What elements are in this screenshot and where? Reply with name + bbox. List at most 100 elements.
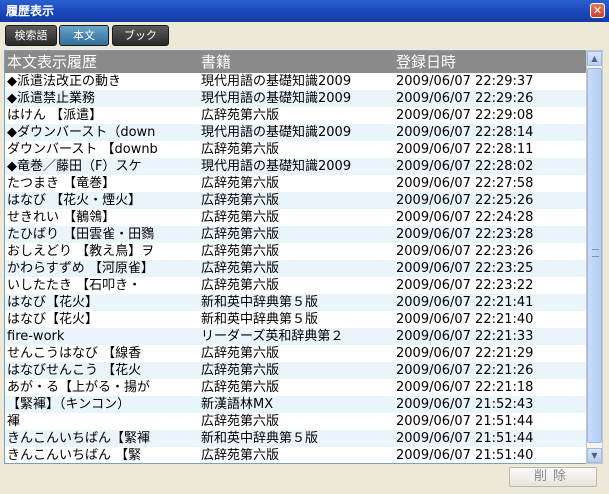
table-row[interactable]: ◆派遣禁止業務 現代用語の基礎知識2009 2009/06/07 22:29:26: [5, 90, 589, 107]
tab-search-terms[interactable]: 検索語: [5, 25, 57, 46]
history-cell: fire-work: [7, 329, 65, 344]
column-header-date[interactable]: 登録日時: [396, 51, 456, 73]
book-cell: 広辞苑第六版: [201, 414, 280, 429]
tab-bar: 検索語 本文 ブック: [0, 22, 609, 50]
arrow-down-icon: ▼: [591, 451, 598, 460]
table-row[interactable]: はなび【花火】 新和英中辞典第５版 2009/06/07 22:21:41: [5, 294, 589, 311]
date-cell: 2009/06/07 22:23:25: [396, 261, 534, 276]
table-row[interactable]: ◆竜巻／藤田（F）スケ 現代用語の基礎知識2009 2009/06/07 22:28…: [5, 158, 589, 175]
table-row[interactable]: はけん 【派遣】 広辞苑第六版 2009/06/07 22:29:08: [5, 107, 589, 124]
book-cell: 新和英中辞典第５版: [201, 431, 319, 446]
history-cell: いしたたき 【石叩き・: [7, 278, 142, 293]
date-cell: 2009/06/07 22:29:08: [396, 108, 534, 123]
date-cell: 2009/06/07 22:24:28: [396, 210, 534, 225]
book-cell: 広辞苑第六版: [201, 176, 280, 191]
table-row[interactable]: せきれい 【鶺鴒】 広辞苑第六版 2009/06/07 22:24:28: [5, 209, 589, 226]
date-cell: 2009/06/07 21:51:40: [396, 448, 534, 463]
book-cell: リーダーズ英和辞典第２: [201, 329, 344, 344]
close-icon: ✕: [592, 4, 603, 17]
book-cell: 広辞苑第六版: [201, 210, 280, 225]
history-cell: かわらすずめ 【河原雀】: [7, 261, 154, 276]
history-cell: きんこんいちばん【緊褌: [7, 431, 151, 446]
date-cell: 2009/06/07 22:21:18: [396, 380, 534, 395]
date-cell: 2009/06/07 22:21:40: [396, 312, 534, 327]
table-row[interactable]: ◆ダウンバースト（down 現代用語の基礎知識2009 2009/06/07 22:…: [5, 124, 589, 141]
table-row[interactable]: たつまき 【竜巻】 広辞苑第六版 2009/06/07 22:27:58: [5, 175, 589, 192]
window-title: 履歴表示: [6, 4, 55, 18]
history-cell: ◆竜巻／藤田（F）スケ: [7, 159, 142, 174]
scroll-up-button[interactable]: ▲: [587, 51, 602, 66]
history-cell: たひばり 【田雲雀・田鷚: [7, 227, 155, 242]
arrow-up-icon: ▲: [591, 54, 598, 63]
table-row[interactable]: かわらすずめ 【河原雀】 広辞苑第六版 2009/06/07 22:23:25: [5, 260, 589, 277]
tab-book[interactable]: ブック: [112, 25, 169, 46]
book-cell: 広辞苑第六版: [201, 108, 280, 123]
table-row[interactable]: きんこんいちばん【緊褌 新和英中辞典第５版 2009/06/07 21:51:44: [5, 430, 589, 447]
history-cell: はなび【花火】: [7, 295, 99, 310]
book-cell: 広辞苑第六版: [201, 244, 280, 259]
date-cell: 2009/06/07 22:21:41: [396, 295, 534, 310]
book-cell: 広辞苑第六版: [201, 142, 280, 157]
date-cell: 2009/06/07 22:23:28: [396, 227, 534, 242]
date-cell: 2009/06/07 22:28:02: [396, 159, 534, 174]
book-cell: 現代用語の基礎知識2009: [201, 125, 352, 140]
table-row[interactable]: ◆派遣法改正の動き 現代用語の基礎知識2009 2009/06/07 22:29:3…: [5, 73, 589, 90]
book-cell: 広辞苑第六版: [201, 278, 280, 293]
history-cell: せんこうはなび 【線香: [7, 346, 142, 361]
tab-body-text[interactable]: 本文: [59, 25, 109, 46]
table-row[interactable]: はなび 【花火・煙火】 広辞苑第六版 2009/06/07 22:25:26: [5, 192, 589, 209]
list-header: 本文表示履歴 書籍 登録日時: [5, 51, 589, 73]
date-cell: 2009/06/07 22:23:22: [396, 278, 534, 293]
column-header-history[interactable]: 本文表示履歴: [7, 51, 97, 73]
close-button[interactable]: ✕: [590, 3, 605, 18]
vertical-scrollbar[interactable]: ▲ ▼: [586, 50, 603, 464]
history-cell: はなび 【花火・煙火】: [7, 193, 142, 208]
table-row[interactable]: 【緊褌】（キンコン） 新漢語林MX 2009/06/07 21:52:43: [5, 396, 589, 413]
history-cell: 褌: [7, 414, 21, 429]
table-row[interactable]: fire-work リーダーズ英和辞典第２ 2009/06/07 22:21:33: [5, 328, 589, 345]
scroll-thumb[interactable]: [587, 68, 602, 443]
book-cell: 現代用語の基礎知識2009: [201, 159, 352, 174]
date-cell: 2009/06/07 21:51:44: [396, 414, 534, 429]
date-cell: 2009/06/07 22:23:26: [396, 244, 534, 259]
table-row[interactable]: ダウンバースト 【downb 広辞苑第六版 2009/06/07 22:28:11: [5, 141, 589, 158]
date-cell: 2009/06/07 22:28:11: [396, 142, 534, 157]
column-header-book[interactable]: 書籍: [201, 51, 231, 73]
history-cell: ◆ダウンバースト（down: [7, 125, 156, 140]
book-cell: 新漢語林MX: [201, 397, 274, 412]
book-cell: 広辞苑第六版: [201, 193, 280, 208]
date-cell: 2009/06/07 22:21:33: [396, 329, 534, 344]
table-row[interactable]: せんこうはなび 【線香 広辞苑第六版 2009/06/07 22:21:29: [5, 345, 589, 362]
book-cell: 新和英中辞典第５版: [201, 295, 319, 310]
book-cell: 広辞苑第六版: [201, 261, 280, 276]
history-cell: はけん 【派遣】: [7, 108, 103, 123]
date-cell: 2009/06/07 22:28:14: [396, 125, 534, 140]
date-cell: 2009/06/07 22:25:26: [396, 193, 534, 208]
history-list[interactable]: 本文表示履歴 書籍 登録日時 ◆派遣法改正の動き 現代用語の基礎知識2009 200…: [4, 50, 590, 464]
table-row[interactable]: たひばり 【田雲雀・田鷚 広辞苑第六版 2009/06/07 22:23:28: [5, 226, 589, 243]
grip-icon: [592, 249, 599, 257]
table-row[interactable]: はなびせんこう 【花火 広辞苑第六版 2009/06/07 22:21:26: [5, 362, 589, 379]
date-cell: 2009/06/07 22:21:29: [396, 346, 534, 361]
history-cell: ダウンバースト 【downb: [7, 142, 158, 157]
history-cell: たつまき 【竜巻】: [7, 176, 116, 191]
date-cell: 2009/06/07 22:29:26: [396, 91, 534, 106]
table-row[interactable]: はなび【花火】 新和英中辞典第５版 2009/06/07 22:21:40: [5, 311, 589, 328]
table-row[interactable]: 褌 広辞苑第六版 2009/06/07 21:51:44: [5, 413, 589, 430]
table-row[interactable]: きんこんいちばん 【緊 広辞苑第六版 2009/06/07 21:51:40: [5, 447, 589, 463]
table-row[interactable]: いしたたき 【石叩き・ 広辞苑第六版 2009/06/07 22:23:22: [5, 277, 589, 294]
table-row[interactable]: あが・る【上がる・揚が 広辞苑第六版 2009/06/07 22:21:18: [5, 379, 589, 396]
history-cell: ◆派遣法改正の動き: [7, 74, 121, 89]
book-cell: 現代用語の基礎知識2009: [201, 91, 352, 106]
book-cell: 現代用語の基礎知識2009: [201, 74, 352, 89]
table-row[interactable]: おしえどり 【教え鳥】ヲ 広辞苑第六版 2009/06/07 22:23:26: [5, 243, 589, 260]
scroll-down-button[interactable]: ▼: [587, 448, 602, 463]
history-cell: せきれい 【鶺鴒】: [7, 210, 116, 225]
delete-button[interactable]: 削除: [509, 467, 597, 487]
book-cell: 広辞苑第六版: [201, 448, 280, 463]
history-cell: あが・る【上がる・揚が: [7, 380, 151, 395]
title-bar: 履歴表示 ✕: [0, 0, 609, 22]
book-cell: 広辞苑第六版: [201, 363, 280, 378]
date-cell: 2009/06/07 22:27:58: [396, 176, 534, 191]
date-cell: 2009/06/07 21:52:43: [396, 397, 534, 412]
